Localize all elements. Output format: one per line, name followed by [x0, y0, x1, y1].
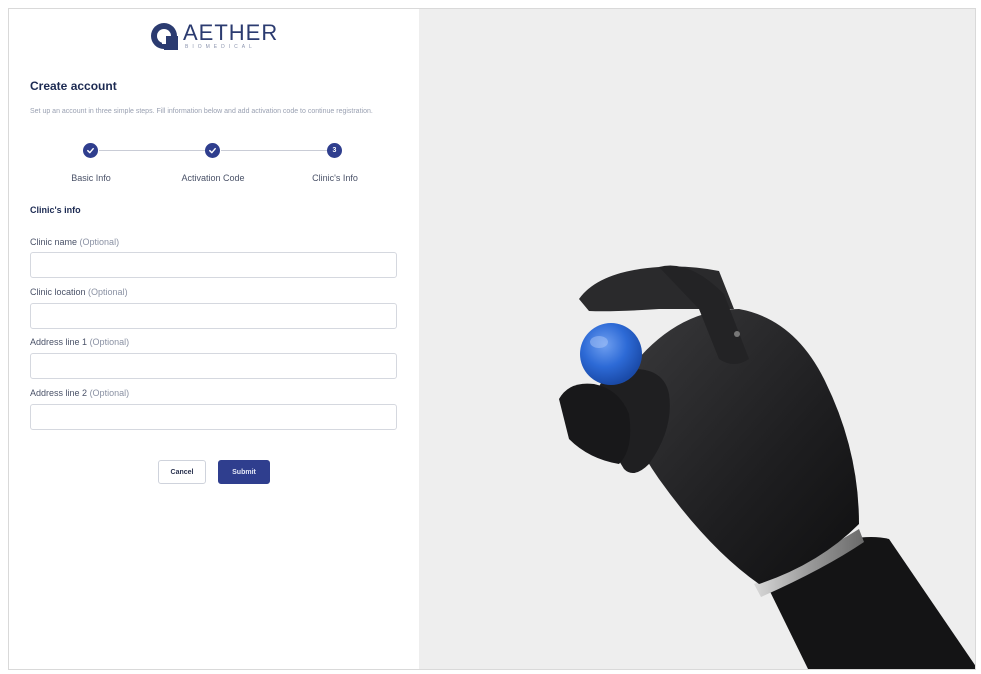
step-2-complete-icon: [205, 143, 220, 158]
address-line-1-input[interactable]: [30, 353, 397, 379]
address-line-2-input[interactable]: [30, 404, 397, 430]
page-title: Create account: [30, 79, 117, 93]
brand-name: AETHER: [183, 20, 279, 45]
page-description: Set up an account in three simple steps.…: [30, 108, 373, 115]
brand-subtitle: BIOMEDICAL: [185, 44, 256, 50]
optional-hint: (Optional): [89, 337, 130, 347]
optional-hint: (Optional): [89, 388, 130, 398]
optional-hint: (Optional): [79, 237, 120, 247]
registration-stepper: 3 Basic Info Activation Code Clinic's In…: [9, 139, 419, 189]
step-2-label: Activation Code: [181, 173, 245, 183]
clinic-location-input[interactable]: [30, 303, 397, 329]
app-window: AETHER BIOMEDICAL Create account Set up …: [8, 8, 976, 670]
field-label-text: Address line 1: [30, 337, 88, 347]
step-1-complete-icon: [83, 143, 98, 158]
field-label-text: Clinic location: [30, 287, 86, 297]
address-line-1-label: Address line 1 (Optional): [30, 337, 129, 347]
optional-hint: (Optional): [88, 287, 128, 297]
stepper-connector: [99, 150, 214, 151]
field-label-text: Address line 2: [30, 388, 88, 398]
clinic-name-input[interactable]: [30, 252, 397, 278]
aether-logo-icon: [151, 23, 178, 50]
cancel-button[interactable]: Cancel: [158, 460, 206, 484]
prosthetic-hand-illustration: [559, 265, 975, 669]
check-icon: [209, 147, 216, 154]
address-line-2-label: Address line 2 (Optional): [30, 388, 129, 398]
form-panel: AETHER BIOMEDICAL Create account Set up …: [9, 9, 419, 669]
step-3-label: Clinic's Info: [312, 173, 358, 183]
clinic-name-label: Clinic name (Optional): [30, 237, 119, 247]
clinic-location-label: Clinic location (Optional): [30, 287, 128, 297]
stepper-connector: [221, 150, 333, 151]
section-title: Clinic's info: [30, 205, 81, 215]
step-3-current-indicator: 3: [327, 143, 342, 158]
submit-button[interactable]: Submit: [218, 460, 270, 484]
hero-panel: [419, 9, 975, 669]
brand-logo: AETHER BIOMEDICAL: [149, 21, 278, 51]
field-label-text: Clinic name: [30, 237, 78, 247]
step-1-label: Basic Info: [71, 173, 111, 183]
check-icon: [87, 147, 94, 154]
